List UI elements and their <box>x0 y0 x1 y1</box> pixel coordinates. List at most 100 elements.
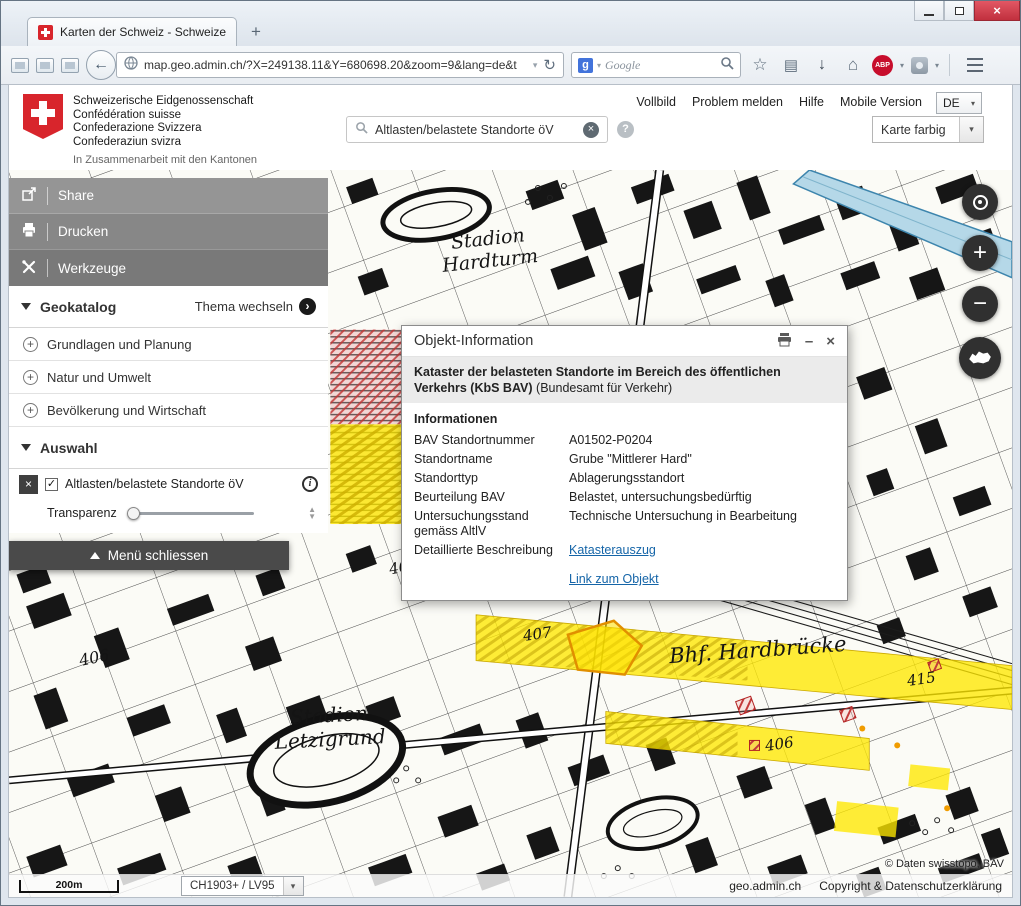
geoadmin-link[interactable]: geo.admin.ch <box>729 879 801 893</box>
tools-icon <box>21 259 37 278</box>
attr-label: Standortname <box>414 452 559 467</box>
attr-value: A01502-P0204 <box>569 433 835 448</box>
report-problem-link[interactable]: Problem melden <box>692 95 783 109</box>
projection-value: CH1903+ / LV95 <box>182 880 283 892</box>
geocatalog-header[interactable]: Geokatalog Thema wechseln › <box>9 286 328 328</box>
browser-tab[interactable]: Karten der Schweiz - Schweize... <box>27 17 237 46</box>
reorder-layer-arrows[interactable]: ▲ ▼ <box>308 506 316 520</box>
share-label: Share <box>58 188 94 203</box>
new-tab-button[interactable]: + <box>243 19 269 44</box>
tab-title: Karten der Schweiz - Schweize... <box>60 25 226 39</box>
search-help-icon[interactable]: ? <box>617 121 634 138</box>
clipboard-icon[interactable] <box>61 58 79 73</box>
catalog-item-natur[interactable]: + Natur und Umwelt <box>9 361 328 394</box>
extension-icon[interactable] <box>911 57 928 74</box>
close-menu-button[interactable]: Menü schliessen <box>9 541 289 570</box>
site-identity-globe-icon[interactable] <box>124 56 138 75</box>
selection-label: Auswahl <box>40 440 98 456</box>
selection-header[interactable]: Auswahl <box>9 427 328 469</box>
map-search-input[interactable]: Altlasten/belastete Standorte öV × <box>346 116 608 143</box>
slider-thumb[interactable] <box>127 507 140 520</box>
panel-icon[interactable] <box>36 58 54 73</box>
adblock-icon[interactable]: ABP <box>872 55 893 76</box>
popup-minimize-icon[interactable]: – <box>805 334 813 349</box>
change-topic-label: Thema wechseln <box>195 299 293 314</box>
swiss-flag-favicon <box>38 25 53 40</box>
copyright-link[interactable]: Copyright & Datenschutzerklärung <box>819 879 1002 893</box>
bookmark-star-icon[interactable]: ☆ <box>748 55 772 75</box>
back-button[interactable]: ← <box>86 50 116 80</box>
map-area: StadionHardturm StadionLetzigrund Bhf. H… <box>9 170 1012 897</box>
home-icon[interactable]: ⌂ <box>841 55 865 75</box>
kataster-extract-link[interactable]: Katasterauszug <box>569 543 835 558</box>
source-office: (Bundesamt für Verkehr) <box>536 381 672 395</box>
map-style-select[interactable]: Karte farbig ▾ <box>872 116 984 143</box>
print-menu-item[interactable]: Drucken <box>9 214 328 250</box>
popup-print-icon[interactable] <box>777 333 792 350</box>
popup-close-icon[interactable]: × <box>826 334 835 349</box>
adblock-dropdown-icon[interactable]: ▾ <box>900 61 904 70</box>
map-style-value: Karte farbig <box>873 123 959 137</box>
browser-search-bar[interactable]: g ▾ Google <box>571 52 741 78</box>
move-layer-down-icon[interactable]: ▼ <box>308 513 316 520</box>
up-arrow-icon <box>90 552 100 559</box>
tools-label: Werkzeuge <box>58 261 126 276</box>
geolocate-button[interactable] <box>962 184 998 220</box>
url-text[interactable]: map.geo.admin.ch/?X=249138.11&Y=680698.2… <box>144 58 527 72</box>
toolbar-separator <box>949 54 950 76</box>
help-link[interactable]: Hilfe <box>799 95 824 109</box>
clear-search-button[interactable]: × <box>583 122 599 138</box>
attr-value: Grube "Mittlerer Hard" <box>569 452 835 467</box>
change-topic-link[interactable]: Thema wechseln › <box>195 298 316 315</box>
collapse-arrow-icon <box>21 303 31 310</box>
transparency-label: Transparenz <box>47 506 117 520</box>
map-attribution: © Daten swisstopo, BAV <box>885 858 1004 870</box>
overview-switzerland-button[interactable] <box>959 337 1001 379</box>
geolocate-icon <box>973 195 988 210</box>
tools-menu-item[interactable]: Werkzeuge <box>9 250 328 286</box>
pages-icon[interactable] <box>11 58 29 73</box>
object-link[interactable]: Link zum Objekt <box>569 572 835 587</box>
attr-label: Beurteilung BAV <box>414 490 559 505</box>
share-menu-item[interactable]: Share <box>9 178 328 214</box>
titlebar: Karten der Schweiz - Schweize... + × <box>1 1 1020 46</box>
transparency-slider[interactable] <box>129 512 254 515</box>
object-information-popup: Objekt-Information – × Kataster der bela… <box>401 325 848 601</box>
menu-button[interactable] <box>960 52 990 78</box>
popup-header[interactable]: Objekt-Information – × <box>402 326 847 357</box>
window-controls: × <box>914 1 1020 21</box>
fullscreen-link[interactable]: Vollbild <box>636 95 676 109</box>
reload-icon[interactable]: ↻ <box>543 56 556 74</box>
catalog-item-bevoelkerung[interactable]: + Bevölkerung und Wirtschaft <box>9 394 328 427</box>
attr-value: Belastet, untersuchungsbedürftig <box>569 490 835 505</box>
close-button[interactable]: × <box>974 1 1020 21</box>
maximize-button[interactable] <box>944 1 974 21</box>
attr-label: Untersuchungsstand gemäss AltlV <box>414 509 559 539</box>
bookmarks-menu-icon[interactable]: ▤ <box>779 56 803 74</box>
minimize-button[interactable] <box>914 1 944 21</box>
remove-layer-button[interactable]: × <box>19 475 38 494</box>
search-engine-dropdown-icon[interactable]: ▾ <box>597 61 601 70</box>
downloads-icon[interactable]: ↓ <box>810 56 834 74</box>
catalog-item-label: Grundlagen und Planung <box>47 337 192 352</box>
layer-row: × ✓ Altlasten/belastete Standorte öV i <box>9 469 328 499</box>
extension-dropdown-icon[interactable]: ▾ <box>935 61 939 70</box>
zoom-in-button[interactable]: + <box>962 235 998 271</box>
url-bar[interactable]: map.geo.admin.ch/?X=249138.11&Y=680698.2… <box>116 52 564 78</box>
google-search-engine-icon[interactable]: g <box>578 58 593 73</box>
layer-info-icon[interactable]: i <box>302 476 318 492</box>
zoom-out-button[interactable]: − <box>962 286 998 322</box>
mobile-version-link[interactable]: Mobile Version <box>840 95 922 109</box>
projection-select[interactable]: CH1903+ / LV95 ▾ <box>181 876 304 896</box>
browser-toolbar: ← map.geo.admin.ch/?X=249138.11&Y=680698… <box>1 46 1020 85</box>
urlbar-dropdown-icon[interactable]: ▾ <box>533 60 538 71</box>
catalog-item-grundlagen[interactable]: + Grundlagen und Planung <box>9 328 328 361</box>
header-nav: Vollbild Problem melden Hilfe Mobile Ver… <box>636 95 922 109</box>
search-value[interactable]: Altlasten/belastete Standorte öV <box>375 123 576 137</box>
popup-section-title: Informationen <box>414 412 835 426</box>
popup-source: Kataster der belasteten Standorte im Ber… <box>402 357 847 403</box>
language-select[interactable]: DE ▾ <box>936 92 982 114</box>
search-placeholder[interactable]: Google <box>605 58 716 73</box>
search-go-icon[interactable] <box>720 56 734 75</box>
layer-checkbox[interactable]: ✓ <box>45 478 58 491</box>
